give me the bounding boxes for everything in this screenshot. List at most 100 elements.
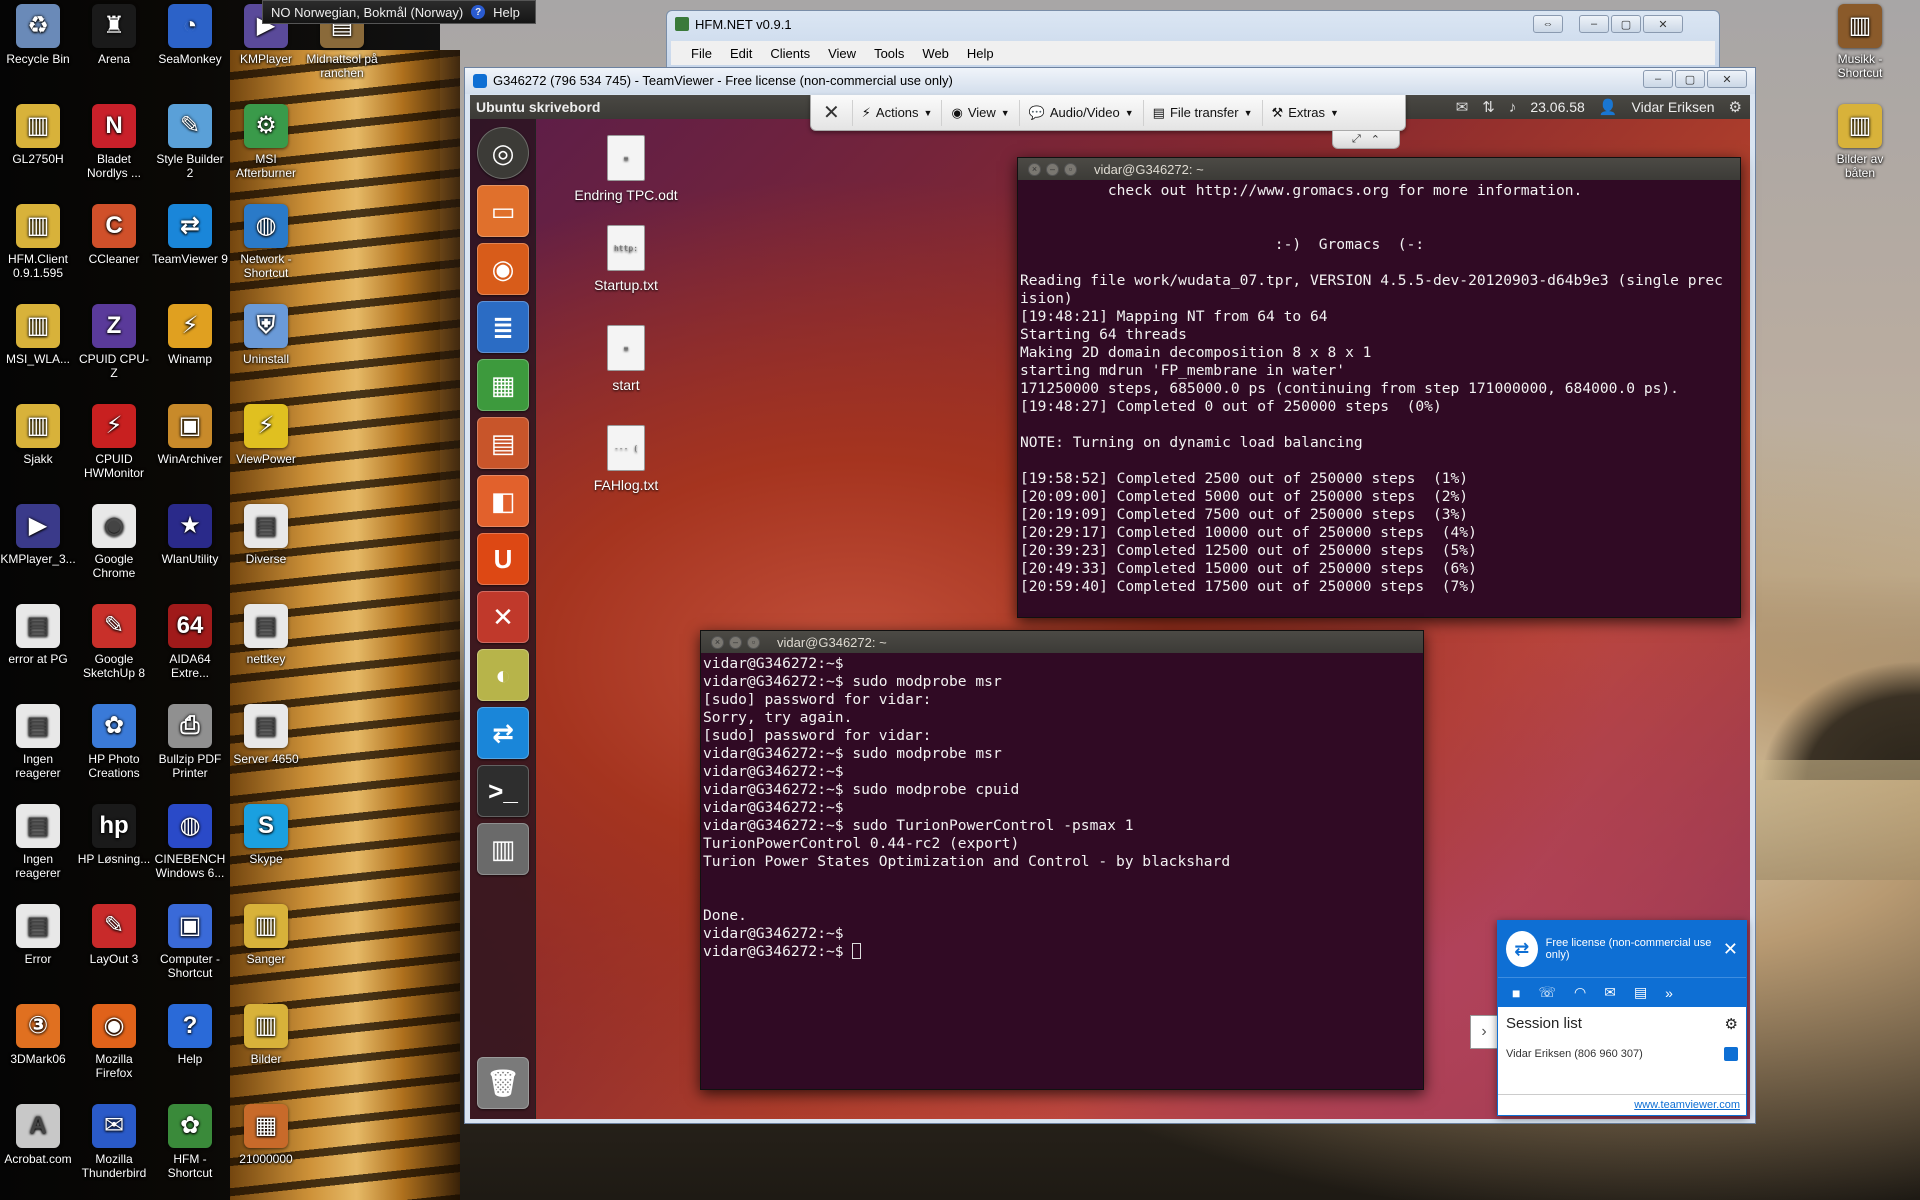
desktop-icon[interactable]: ▣ Computer - Shortcut — [152, 904, 228, 980]
gear-icon[interactable]: ⚙ — [1725, 1015, 1738, 1033]
software-center-icon[interactable]: ◧ — [477, 475, 529, 527]
file-fahlog[interactable]: --- ( FAHlog.txt — [566, 425, 686, 493]
terminal-output[interactable]: check out http://www.gromacs.org for mor… — [1018, 180, 1740, 598]
desktop-icon[interactable]: ⚡ Winamp — [152, 304, 228, 366]
close-button[interactable]: ✕ — [1643, 15, 1683, 33]
menu-view[interactable]: View — [828, 46, 856, 61]
toolbar-audio-video[interactable]: 💬 Audio/Video ▼ — [1018, 99, 1143, 126]
desktop-icon[interactable]: ③ 3DMark06 — [0, 1004, 76, 1066]
desktop-icon[interactable]: ▥ Bilder — [228, 1004, 304, 1066]
desktop-icon[interactable]: A Acrobat.com — [0, 1104, 76, 1166]
desktop-icon[interactable]: ◍ CINEBENCH Windows 6... — [152, 804, 228, 880]
gear-icon[interactable]: ⚙ — [1729, 98, 1742, 116]
firefox-icon[interactable]: ◉ — [477, 243, 529, 295]
desktop-icon[interactable]: ✿ HP Photo Creations — [76, 704, 152, 780]
minimize-button[interactable]: – — [1579, 15, 1609, 33]
desktop-icon[interactable]: ▥ HFM.Client 0.9.1.595 — [0, 204, 76, 280]
phone-icon[interactable]: ☏ — [1538, 984, 1556, 1001]
desktop-icon[interactable]: ▤ Ingen reagerer — [0, 804, 76, 880]
desktop-icon[interactable]: ? Help — [152, 1004, 228, 1066]
desktop-icon[interactable]: ◉ Mozilla Firefox — [76, 1004, 152, 1080]
close-icon[interactable]: ✕ — [1723, 939, 1738, 960]
desktop-icon[interactable]: ⇄ TeamViewer 9 — [152, 204, 228, 266]
tv-maximize-button[interactable]: ▢ — [1675, 70, 1705, 88]
session-panel-toggle[interactable]: › — [1470, 1015, 1498, 1049]
desktop-icon[interactable]: ▥ GL2750H — [0, 104, 76, 166]
desktop-icon[interactable]: ⚡ CPUID HWMonitor — [76, 404, 152, 480]
tv-close-button[interactable]: ✕ — [1707, 70, 1747, 88]
workspace-switcher-icon[interactable]: ▥ — [477, 823, 529, 875]
menu-file[interactable]: File — [691, 46, 712, 61]
mail-icon[interactable]: ✉ — [1456, 98, 1469, 116]
toolbar-file-transfer[interactable]: ▤ File transfer ▼ — [1142, 99, 1262, 126]
desktop-icon[interactable]: ◉ Google Chrome — [76, 504, 152, 580]
clock[interactable]: 23.06.58 — [1530, 99, 1585, 115]
desktop-icon[interactable]: 64 AIDA64 Extre... — [152, 604, 228, 680]
headset-icon[interactable]: ◠ — [1574, 984, 1586, 1001]
terminal-window-shell[interactable]: × – ▫ vidar@G346272: ~ vidar@G346272:~$ … — [700, 630, 1424, 1090]
file-startup[interactable]: http: Startup.txt — [566, 225, 686, 293]
desktop-icon[interactable]: ✉ Mozilla Thunderbird — [76, 1104, 152, 1180]
volume-icon[interactable]: ♪ — [1509, 99, 1517, 116]
desktop-icon[interactable]: ▶ KMPlayer_3... — [0, 504, 76, 566]
network-icon[interactable]: ⇅ — [1482, 98, 1495, 116]
desktop-icon[interactable]: S Skype — [228, 804, 304, 866]
desktop-icon[interactable]: ▤ nettkey — [228, 604, 304, 666]
minimize-icon[interactable]: – — [729, 635, 742, 649]
toolbar-handle[interactable]: ⤢ ⌃ — [1332, 131, 1400, 149]
ubuntu-one-icon[interactable]: U — [477, 533, 529, 585]
desktop-icon[interactable]: ✎ Style Builder 2 — [152, 104, 228, 180]
toolbar-actions[interactable]: ⚡ Actions ▼ — [851, 99, 942, 126]
language-bar[interactable]: NO Norwegian, Bokmål (Norway) ? Help — [262, 0, 536, 24]
chat-icon[interactable]: ✉ — [1604, 984, 1616, 1001]
settings-icon[interactable]: ✕ — [477, 591, 529, 643]
desktop-icon[interactable]: ✿ HFM - Shortcut — [152, 1104, 228, 1180]
session-entry[interactable]: Vidar Eriksen (806 960 307) — [1498, 1041, 1746, 1067]
toolbar-view[interactable]: ◉ View ▼ — [941, 99, 1018, 126]
fullscreen-icon[interactable]: ⤢ — [1352, 133, 1361, 146]
desktop-icon[interactable]: hp HP Løsning... — [76, 804, 152, 866]
desktop-icon[interactable]: ⛨ Uninstall — [228, 304, 304, 366]
language-label[interactable]: NO Norwegian, Bokmål (Norway) — [271, 5, 463, 20]
close-icon[interactable]: × — [711, 635, 724, 649]
user-name[interactable]: Vidar Eriksen — [1632, 99, 1715, 115]
desktop-icon[interactable]: ◔ SeaMonkey — [152, 4, 228, 66]
desktop-icon[interactable]: ▤ Ingen reagerer — [0, 704, 76, 780]
trash-icon[interactable]: 🗑 — [477, 1057, 529, 1109]
terminal-output[interactable]: vidar@G346272:~$ vidar@G346272:~$ sudo m… — [701, 653, 1423, 963]
help-icon[interactable]: ? — [471, 5, 486, 19]
desktop-icon[interactable]: ▥ Bilder av båten — [1822, 104, 1898, 180]
desktop-icon[interactable]: ♻ Recycle Bin — [0, 4, 76, 66]
files-icon[interactable]: ▭ — [477, 185, 529, 237]
desktop-icon[interactable]: ▥ Sanger — [228, 904, 304, 966]
desktop-icon[interactable]: N Bladet Nordlys ... — [76, 104, 152, 180]
desktop-icon[interactable]: ▥ Sjakk — [0, 404, 76, 466]
files-icon[interactable]: ▤ — [1634, 984, 1647, 1001]
terminal-window-gromacs[interactable]: × – ▫ vidar@G346272: ~ check out http://… — [1017, 157, 1741, 618]
desktop-icon[interactable]: ✎ Google SketchUp 8 — [76, 604, 152, 680]
menu-tools[interactable]: Tools — [874, 46, 904, 61]
desktop-icon[interactable]: ▤ Error — [0, 904, 76, 966]
terminal-icon[interactable]: >_ — [477, 765, 529, 817]
help-label[interactable]: Help — [493, 5, 520, 20]
maximize-button[interactable]: ▢ — [1611, 15, 1641, 33]
toolbar-extras[interactable]: ⚒ Extras ▼ — [1261, 99, 1348, 126]
maximize-icon[interactable]: ▫ — [1064, 162, 1077, 176]
teamviewer-link[interactable]: www.teamviewer.com — [1498, 1094, 1746, 1115]
desktop-icon[interactable]: ⎙ Bullzip PDF Printer — [152, 704, 228, 780]
calc-icon[interactable]: ▦ — [477, 359, 529, 411]
desktop-icon[interactable]: ▦ 21000000 — [228, 1104, 304, 1166]
desktop-icon[interactable]: ⚡ ViewPower — [228, 404, 304, 466]
menu-help[interactable]: Help — [967, 46, 994, 61]
pointer-icon[interactable] — [1724, 1047, 1738, 1061]
chevron-up-icon[interactable]: ⌃ — [1371, 133, 1380, 146]
desktop-icon[interactable]: ▥ MSI_WLA... — [0, 304, 76, 366]
impress-icon[interactable]: ▤ — [477, 417, 529, 469]
desktop-icon[interactable]: ♜ Arena — [76, 4, 152, 66]
menu-edit[interactable]: Edit — [730, 46, 752, 61]
desktop-icon[interactable]: ▤ Server 4650 — [228, 704, 304, 766]
desktop-icon[interactable]: ◍ Network - Shortcut — [228, 204, 304, 280]
desktop-icon[interactable]: ⚙ MSI Afterburner — [228, 104, 304, 180]
maximize-icon[interactable]: ▫ — [747, 635, 760, 649]
desktop-icon[interactable]: ▥ Musikk - Shortcut — [1822, 4, 1898, 80]
